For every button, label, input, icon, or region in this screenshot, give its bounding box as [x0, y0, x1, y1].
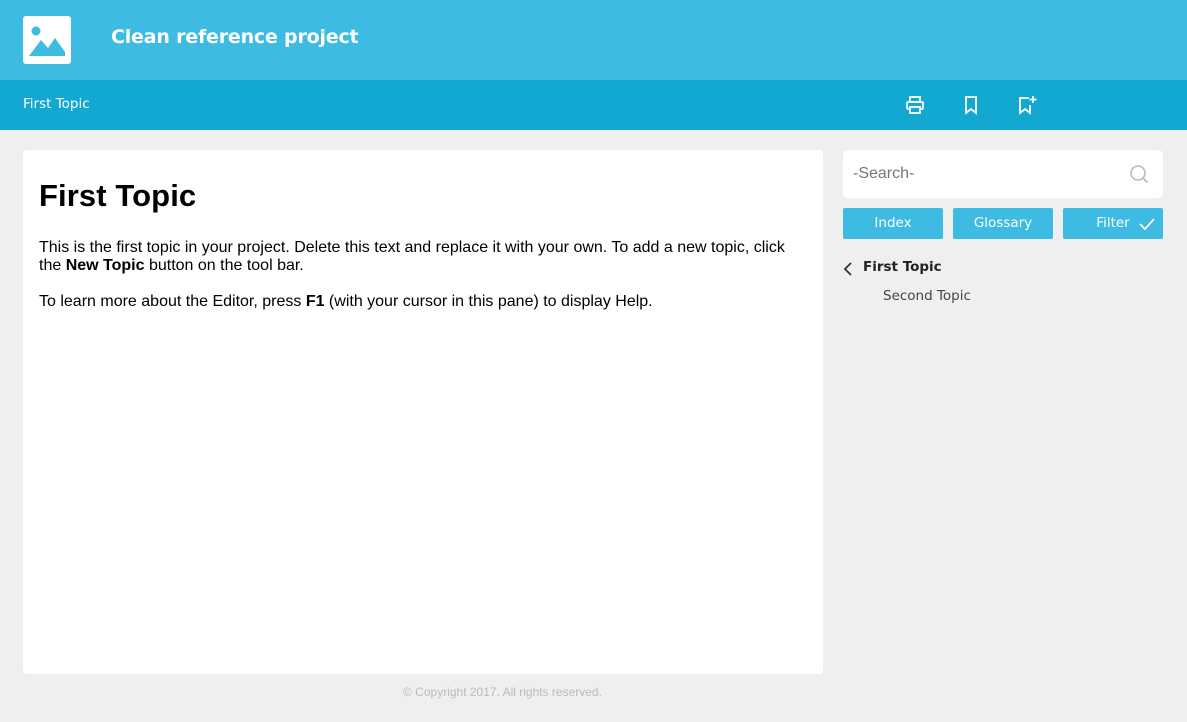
add-bookmark-button[interactable]	[1016, 94, 1038, 116]
intro-paragraph: This is the first topic in your project.…	[39, 239, 807, 275]
copyright-text: © Copyright 2017. All rights reserved.	[403, 685, 602, 699]
chevron-left-icon[interactable]	[843, 262, 853, 276]
new-topic-emphasis: New Topic	[65, 257, 145, 274]
current-topic-title: First Topic	[23, 96, 90, 112]
help-text-2: (with your cursor in this pane) to displ…	[324, 293, 653, 310]
glossary-button[interactable]: Glossary	[953, 208, 1053, 239]
toc-parent-label: First Topic	[863, 259, 942, 275]
search-input[interactable]	[843, 150, 1123, 198]
logo[interactable]	[23, 16, 71, 64]
topic-content-pane[interactable]: First Topic This is the first topic in y…	[23, 150, 823, 674]
topic-heading: First Topic	[39, 178, 197, 213]
printer-icon	[906, 96, 924, 114]
bookmark-button[interactable]	[960, 94, 982, 116]
toc-item-second-topic[interactable]: Second Topic	[883, 288, 971, 304]
help-paragraph: To learn more about the Editor, press F1…	[39, 293, 807, 311]
toolbar: First Topic	[0, 80, 1187, 130]
index-button[interactable]: Index	[843, 208, 943, 239]
filter-label: Filter	[1096, 215, 1130, 231]
header-bar: Clean reference project	[0, 0, 1187, 80]
check-icon	[1139, 218, 1155, 231]
search-box	[843, 150, 1163, 198]
help-text-1: To learn more about the Editor, press	[39, 293, 306, 310]
intro-text-2: button on the tool bar.	[144, 257, 304, 274]
search-icon[interactable]	[1129, 164, 1149, 184]
bookmark-icon	[965, 96, 977, 115]
image-icon	[29, 26, 65, 56]
bookmark-plus-icon	[1019, 96, 1037, 115]
project-title: Clean reference project	[111, 26, 359, 48]
filter-button[interactable]: Filter	[1063, 208, 1163, 239]
print-button[interactable]	[904, 94, 926, 116]
f1-emphasis: F1	[305, 293, 325, 310]
